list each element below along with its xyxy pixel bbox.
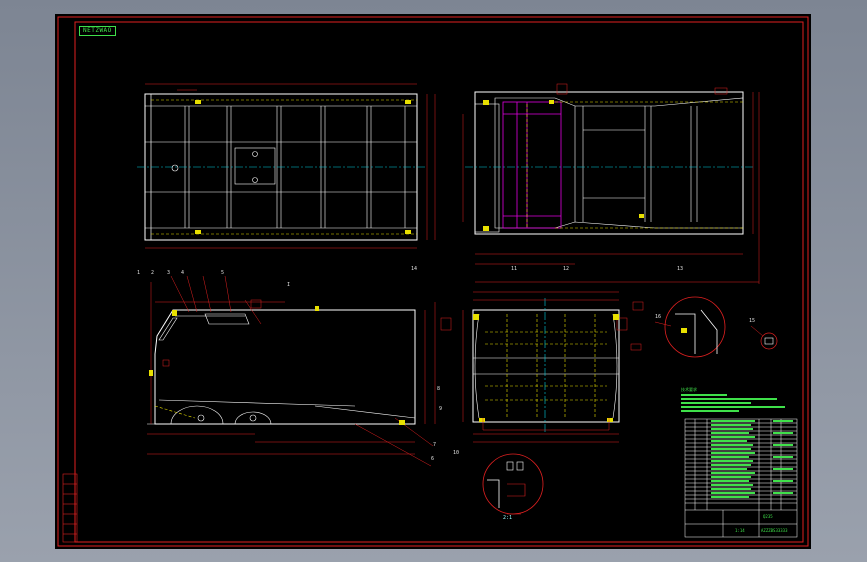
- part-number-label: 12: [563, 266, 570, 272]
- technical-notes: [681, 394, 785, 412]
- drawing-number: AZZZBS33333: [761, 528, 788, 533]
- part-number-label: 5: [221, 270, 225, 276]
- detail-circle-b: [750, 325, 778, 350]
- part-number-label: 9: [439, 406, 443, 412]
- outer-frame: [57, 16, 809, 547]
- detail-circle-a: [654, 296, 726, 358]
- part-number-label: 8: [437, 386, 441, 392]
- notes-heading: 技术要求: [681, 387, 697, 392]
- part-number-label: 3: [167, 270, 171, 276]
- material-value: Q235: [763, 514, 773, 519]
- part-number-label: 14: [411, 266, 418, 272]
- part-number-label: 11: [511, 266, 518, 272]
- detail-scale-label: 2:1: [503, 515, 513, 521]
- part-number-label: 6: [431, 456, 435, 462]
- top-view: [137, 83, 436, 249]
- part-number-label: 16: [655, 314, 662, 320]
- part-number-label: 4: [181, 270, 185, 276]
- scale-value: 1:14: [735, 528, 745, 533]
- cad-viewport: NETZWAO 1 2 3 4 5 6 7 8 9 10 11 12 13 14…: [0, 0, 867, 562]
- front-view: [440, 291, 628, 443]
- part-number-label: 7: [433, 442, 437, 448]
- plan-view-right: [462, 83, 760, 284]
- drawing-svg: [57, 16, 809, 547]
- detail-circle-c: [482, 453, 544, 515]
- side-view: [147, 275, 436, 467]
- part-number-label: 15: [749, 318, 756, 324]
- drawing-tag: NETZWAO: [79, 26, 116, 36]
- part-number-label: 2: [151, 270, 155, 276]
- detail-label: I: [287, 282, 291, 288]
- part-number-label: 13: [677, 266, 684, 272]
- part-number-label: 1: [137, 270, 141, 276]
- drawing-canvas[interactable]: NETZWAO 1 2 3 4 5 6 7 8 9 10 11 12 13 14…: [55, 14, 811, 549]
- part-number-label: 10: [453, 450, 460, 456]
